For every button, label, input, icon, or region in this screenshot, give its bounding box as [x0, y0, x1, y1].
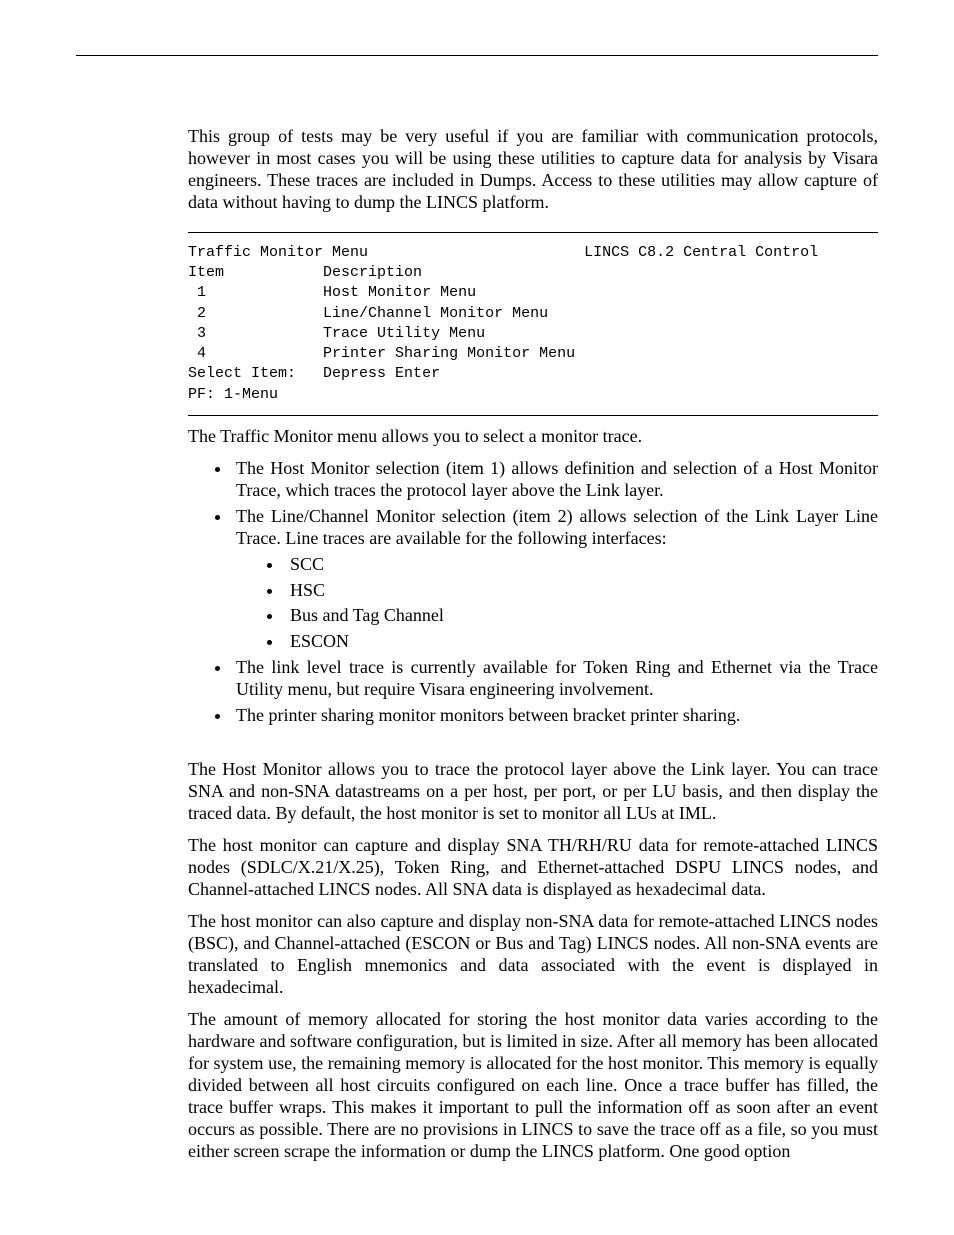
bullet-2-sub-2: HSC [284, 580, 878, 602]
menu-header-row: Item Description [188, 263, 878, 283]
bullet-2-text: The Line/Channel Monitor selection (item… [236, 506, 878, 548]
menu-row-spacer [206, 305, 323, 322]
bullet-2-sub-4: ESCON [284, 631, 878, 653]
bullet-2-sub-3: Bus and Tag Channel [284, 605, 878, 627]
menu-row-3-desc: Trace Utility Menu [323, 325, 485, 342]
menu-row-2-num: 2 [188, 305, 206, 322]
menu-row-4-desc: Printer Sharing Monitor Menu [323, 345, 575, 362]
menu-select-label: Select Item: [188, 365, 296, 382]
menu-row-3-num: 3 [188, 325, 206, 342]
menu-title-row: Traffic Monitor Menu LINCS C8.2 Central … [188, 243, 878, 263]
host-monitor-p4: The amount of memory allocated for stori… [188, 1009, 878, 1163]
menu-title-right: LINCS C8.2 Central Control [584, 244, 818, 261]
bullet-2-sublist: SCC HSC Bus and Tag Channel ESCON [236, 554, 878, 654]
menu-title-left: Traffic Monitor Menu [188, 244, 368, 261]
header-rule [76, 55, 878, 56]
bullet-2: The Line/Channel Monitor selection (item… [232, 506, 878, 654]
host-monitor-p2: The host monitor can capture and display… [188, 835, 878, 901]
page: This group of tests may be very useful i… [0, 0, 954, 1235]
menu-title-spacer [368, 244, 584, 261]
bullet-2-sub-1: SCC [284, 554, 878, 576]
section-gap [188, 737, 878, 759]
menu-row-spacer [206, 345, 323, 362]
menu-select-row: Select Item: Depress Enter [188, 364, 878, 384]
bullet-4: The printer sharing monitor monitors bet… [232, 705, 878, 727]
menu-header-spacer [224, 264, 323, 281]
menu-select-value: Depress Enter [323, 365, 440, 382]
menu-row-1-desc: Host Monitor Menu [323, 284, 476, 301]
after-code-paragraph: The Traffic Monitor menu allows you to s… [188, 426, 878, 448]
menu-row-1-num: 1 [188, 284, 206, 301]
intro-paragraph: This group of tests may be very useful i… [188, 126, 878, 214]
menu-select-spacer [296, 365, 323, 382]
menu-row-1: 1 Host Monitor Menu [188, 283, 878, 303]
menu-row-2: 2 Line/Channel Monitor Menu [188, 304, 878, 324]
menu-header-desc: Description [323, 264, 422, 281]
host-monitor-p1: The Host Monitor allows you to trace the… [188, 759, 878, 825]
menu-row-4-num: 4 [188, 345, 206, 362]
menu-row-3: 3 Trace Utility Menu [188, 324, 878, 344]
terminal-menu-block: Traffic Monitor Menu LINCS C8.2 Central … [188, 232, 878, 416]
content-area: This group of tests may be very useful i… [188, 126, 878, 1162]
menu-row-2-desc: Line/Channel Monitor Menu [323, 305, 548, 322]
bullet-1: The Host Monitor selection (item 1) allo… [232, 458, 878, 502]
menu-row-spacer [206, 325, 323, 342]
menu-row-4: 4 Printer Sharing Monitor Menu [188, 344, 878, 364]
menu-pf-row: PF: 1-Menu [188, 385, 878, 405]
menu-pf: PF: 1-Menu [188, 386, 278, 403]
bullet-3: The link level trace is currently availa… [232, 657, 878, 701]
host-monitor-p3: The host monitor can also capture and di… [188, 911, 878, 999]
menu-header-item: Item [188, 264, 224, 281]
menu-row-spacer [206, 284, 323, 301]
bullet-list: The Host Monitor selection (item 1) allo… [188, 458, 878, 727]
